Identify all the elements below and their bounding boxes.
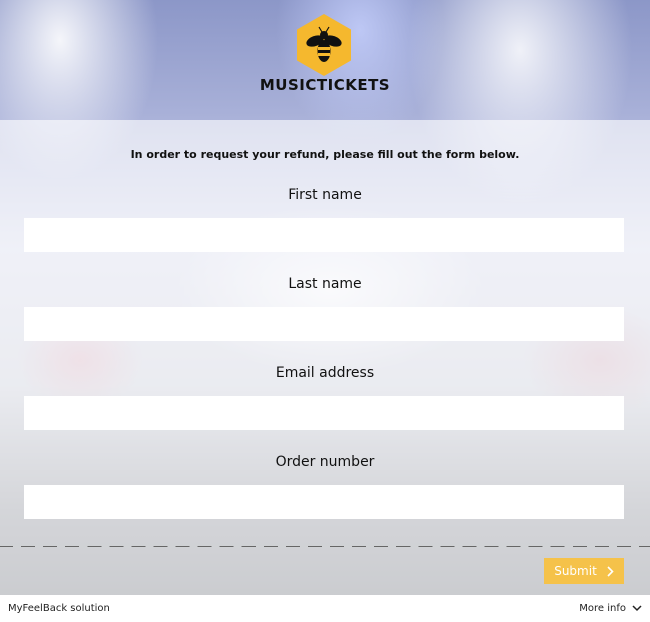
form-intro: In order to request your refund, please … <box>130 148 520 161</box>
submit-button[interactable]: Submit <box>544 558 624 584</box>
first-name-label: First name <box>288 187 362 203</box>
chevron-right-icon <box>607 565 614 577</box>
footer: MyFeelBack solution More info <box>0 595 650 622</box>
first-name-input[interactable] <box>24 218 624 252</box>
submit-label: Submit <box>554 564 597 578</box>
order-number-label: Order number <box>275 454 375 470</box>
more-info-label: More info <box>579 603 626 614</box>
last-name-input[interactable] <box>24 307 624 341</box>
email-label: Email address <box>275 365 375 381</box>
refund-form: In order to request your refund, please … <box>0 120 650 595</box>
email-input[interactable] <box>24 396 624 430</box>
chevron-down-icon <box>632 605 642 612</box>
header: MUSICTICKETS <box>0 0 650 120</box>
footer-solution-text: MyFeelBack solution <box>8 603 110 614</box>
brand-name: MUSICTICKETS <box>259 76 391 94</box>
bee-logo-icon <box>297 14 351 76</box>
order-number-input[interactable] <box>24 485 624 519</box>
more-info-button[interactable]: More info <box>579 603 642 614</box>
divider <box>0 546 650 547</box>
last-name-label: Last name <box>288 276 362 292</box>
